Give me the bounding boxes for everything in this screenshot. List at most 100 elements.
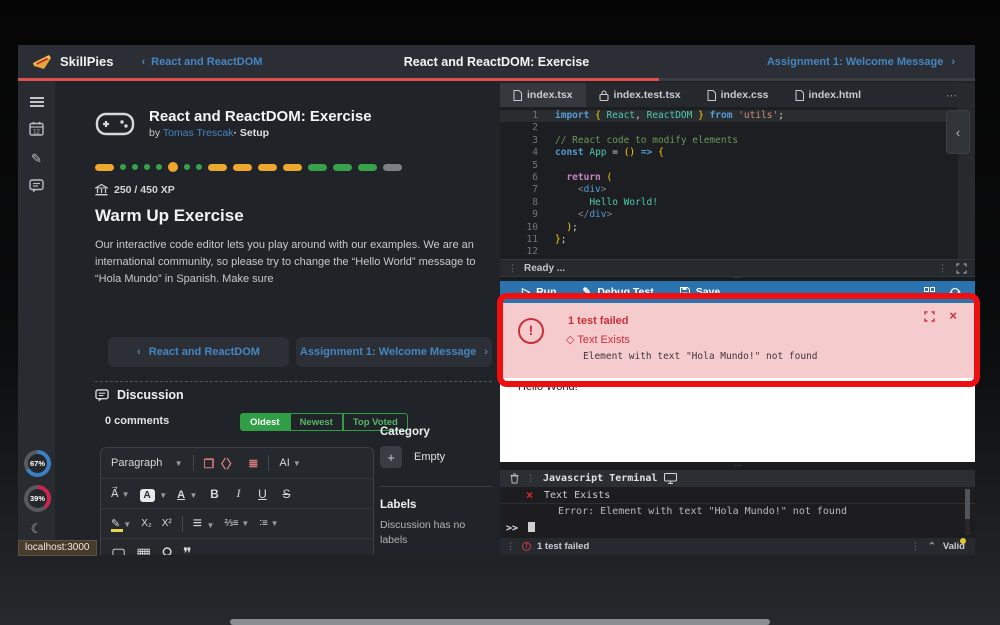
expand-icon[interactable] [956, 263, 967, 274]
code-editor[interactable]: 1import { React, ReactDOM } from 'utils'… [500, 107, 975, 259]
text-color-dropdown[interactable]: A ▼ [177, 485, 197, 503]
progress-marker[interactable] [196, 164, 202, 170]
header-next-link[interactable]: Assignment 1: Welcome Message › [767, 56, 955, 68]
quote-icon[interactable]: ❞ [183, 544, 192, 556]
tab-index-tsx[interactable]: index.tsx [500, 83, 586, 107]
category-empty-row[interactable]: + Empty [380, 446, 445, 468]
pane-resize-handle[interactable]: ⋯ [500, 462, 975, 470]
progress-marker[interactable] [358, 164, 377, 171]
assignment-progress-badge[interactable]: 39% [24, 485, 51, 512]
ordered-list-dropdown[interactable]: ⅔≡ ▼ [224, 518, 249, 529]
table-icon[interactable]: ▦ [136, 544, 151, 556]
brand[interactable]: SkillPies [18, 53, 113, 71]
pencil-icon[interactable]: ✎ [18, 151, 55, 167]
italic-button[interactable]: I [231, 486, 245, 501]
progress-marker[interactable] [95, 164, 114, 171]
terminal-body[interactable]: × Text Exists Error: Element with text "… [500, 487, 975, 538]
progress-marker[interactable] [156, 164, 162, 170]
sync-icon[interactable] [949, 287, 961, 298]
progress-marker[interactable] [233, 164, 252, 171]
next-lesson-button[interactable]: Assignment 1: Welcome Message › [296, 337, 492, 367]
toc-list-icon[interactable]: ≣ [248, 456, 258, 470]
svg-text:12: 12 [33, 130, 40, 136]
progress-marker[interactable] [184, 164, 190, 170]
drag-handle-icon[interactable]: ⋮ [526, 474, 536, 484]
run-button[interactable]: ▷Run [522, 286, 557, 298]
code-line[interactable]: 6 return ( [500, 172, 975, 184]
code-line[interactable]: 12 [500, 246, 975, 258]
underline-button[interactable]: U [255, 487, 269, 501]
chat-icon[interactable] [18, 179, 55, 193]
progress-marker[interactable] [144, 164, 150, 170]
image-icon[interactable]: ▢ [111, 544, 126, 556]
bold-button[interactable]: B [207, 487, 221, 501]
header-back-link[interactable]: ‹ React and ReactDOM [141, 56, 262, 68]
calendar-icon[interactable]: 12 [18, 121, 55, 136]
gamepad-icon [95, 109, 135, 139]
author-link[interactable]: Tomas Trescak [163, 127, 234, 139]
progress-marker[interactable] [283, 164, 302, 171]
code-line[interactable]: 8 Hello World! [500, 197, 975, 209]
moon-icon[interactable]: ☾ [18, 521, 55, 537]
progress-marker[interactable] [120, 164, 126, 170]
trash-icon[interactable] [510, 473, 519, 484]
tab-index-test-tsx[interactable]: index.test.tsx [586, 83, 694, 107]
debug-test-button[interactable]: ✎Debug Test [583, 286, 654, 298]
bg-color-dropdown[interactable]: A ▼ [140, 485, 168, 503]
tab-index-css[interactable]: index.css [694, 83, 782, 107]
save-button[interactable]: Save [680, 286, 721, 298]
prev-lesson-button[interactable]: ‹ React and ReactDOM [108, 337, 289, 367]
progress-marker[interactable] [168, 162, 178, 172]
code-line[interactable]: 7 <div> [500, 184, 975, 196]
terminal-cursor[interactable] [528, 522, 535, 532]
layout-grid-icon[interactable] [924, 287, 935, 298]
drag-handle-icon[interactable]: ⋮ [938, 263, 948, 274]
sort-newest-button[interactable]: Newest [290, 413, 343, 431]
tab-index-html[interactable]: index.html [782, 83, 875, 107]
alert-expand-icon[interactable] [924, 311, 935, 322]
progress-marker[interactable] [132, 164, 138, 170]
alert-close-icon[interactable]: × [949, 308, 957, 323]
subscript-button[interactable]: X₂ [141, 518, 152, 529]
font-size-dropdown[interactable]: A⃗ ▼ [111, 487, 130, 500]
progress-marker[interactable] [333, 164, 352, 171]
discussion-heading: Discussion [95, 388, 184, 402]
plus-icon[interactable]: + [380, 446, 402, 468]
drag-handle-icon[interactable]: ⋮ [506, 541, 516, 552]
highlighter-icon[interactable]: ✎ ▼ [111, 517, 131, 530]
line-number: 6 [500, 172, 538, 184]
link-icon[interactable]: ⚲ [161, 544, 173, 556]
code-line[interactable]: 4const App = () => { [500, 147, 975, 159]
code-line[interactable]: 3// React code to modify elements [500, 135, 975, 147]
line-number: 7 [500, 184, 538, 196]
paragraph-style-dropdown[interactable]: Paragraph ▼ [111, 457, 183, 469]
code-line[interactable]: 11}; [500, 234, 975, 246]
superscript-button[interactable]: X² [162, 518, 172, 529]
course-progress-badge[interactable]: 67% [24, 450, 51, 477]
code-line[interactable]: 5 [500, 160, 975, 172]
drag-handle-icon[interactable]: ⋮ [508, 263, 518, 274]
tab-overflow-button[interactable]: ⋯ [946, 89, 957, 102]
progress-marker[interactable] [208, 164, 227, 171]
test-failed-alert: ! 1 test failed ◇ Text Exists Element wi… [500, 303, 975, 378]
code-line[interactable]: 1import { React, ReactDOM } from 'utils'… [500, 110, 975, 122]
drag-handle-icon[interactable]: ⋮ [911, 541, 921, 552]
code-line[interactable]: 10 ); [500, 222, 975, 234]
terminal-scrollbar[interactable] [965, 489, 970, 535]
bullet-list-dropdown[interactable]: ∶≡ ▼ [259, 518, 278, 529]
ai-dropdown[interactable]: AI ▼ [279, 457, 300, 469]
progress-marker[interactable] [383, 164, 402, 171]
code-sample-icon[interactable]: ❒〈〉 [204, 455, 239, 472]
progress-marker[interactable] [258, 164, 277, 171]
strikethrough-button[interactable]: S [279, 487, 293, 501]
collapse-caret-icon[interactable]: ⌃ [928, 541, 936, 552]
line-number: 2 [500, 122, 538, 134]
code-line[interactable]: 9 </div> [500, 209, 975, 221]
lesson-progress-row[interactable] [95, 162, 402, 172]
progress-marker[interactable] [308, 164, 327, 171]
sort-oldest-button[interactable]: Oldest [240, 413, 290, 431]
collapse-panel-button[interactable]: ‹ [946, 110, 970, 154]
align-dropdown[interactable]: ≡ ▼ [193, 515, 215, 533]
code-line[interactable]: 2 [500, 122, 975, 134]
menu-icon[interactable] [30, 95, 44, 109]
